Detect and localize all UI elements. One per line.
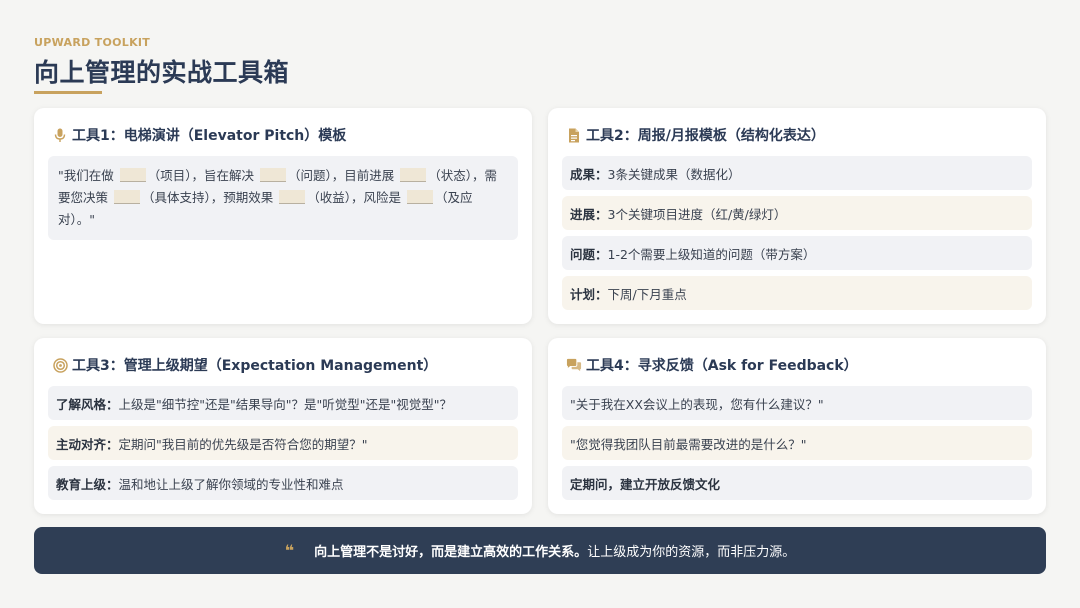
tool-card-report-template: 工具2：周报/月报模板（结构化表达） 成果： 3条关键成果（数据化） 进展： 3个关… [548, 108, 1046, 324]
pitch-text: （问题），目前进展 [287, 168, 399, 183]
expectation-row-educate: 教育上级： 温和地让上级了解你领域的专业性和难点 [48, 466, 518, 500]
card-header: 工具3：管理上级期望（Expectation Management） [48, 356, 518, 374]
card-header: 工具1：电梯演讲（Elevator Pitch）模板 [48, 126, 518, 144]
row-text: 3个关键项目进度（红/黄/绿灯） [607, 206, 787, 222]
feedback-row-meeting: "关于我在XX会议上的表现，您有什么建议？" [562, 386, 1032, 420]
row-text: 定期问"我目前的优先级是否符合您的期望？" [118, 436, 368, 452]
card-header: 工具2：周报/月报模板（结构化表达） [562, 126, 1032, 144]
card-title: 工具2：周报/月报模板（结构化表达） [586, 128, 825, 144]
row-key: 成果： [570, 166, 608, 182]
row-key: 了解风格： [56, 396, 119, 412]
footer-text: 让上级成为你的资源，而非压力源。 [587, 545, 796, 560]
row-key: 教育上级： [56, 476, 119, 492]
tool-card-ask-feedback: 工具4：寻求反馈（Ask for Feedback） "关于我在XX会议上的表现… [548, 338, 1046, 514]
card-title: 工具1：电梯演讲（Elevator Pitch）模板 [72, 128, 347, 144]
title-underline [34, 91, 102, 94]
row-text: "关于我在XX会议上的表现，您有什么建议？" [570, 396, 824, 412]
row-key: 主动对齐： [56, 436, 119, 452]
row-text: 温和地让上级了解你领域的专业性和难点 [118, 476, 344, 492]
row-text: 定期问，建立开放反馈文化 [570, 476, 721, 492]
fill-blank [279, 190, 306, 204]
eyebrow-label: UPWARD TOOLKIT [34, 36, 151, 49]
tool-card-elevator-pitch: 工具1：电梯演讲（Elevator Pitch）模板 "我们在做 （项目），旨在… [34, 108, 532, 324]
document-icon [566, 127, 582, 143]
page-header: UPWARD TOOLKIT 向上管理的实战工具箱 [34, 36, 289, 89]
pitch-text: （具体支持），预期效果 [141, 190, 278, 205]
pitch-text: （收益），风险是 [307, 190, 405, 205]
pitch-text: （项目），旨在解决 [147, 168, 258, 183]
card-header: 工具4：寻求反馈（Ask for Feedback） [562, 356, 1032, 374]
fill-blank [259, 168, 286, 182]
row-key: 问题： [570, 246, 608, 262]
fill-blank [113, 190, 140, 204]
feedback-row-improve: "您觉得我团队目前最需要改进的是什么？" [562, 426, 1032, 460]
report-row-results: 成果： 3条关键成果（数据化） [562, 156, 1032, 190]
report-row-progress: 进展： 3个关键项目进度（红/黄/绿灯） [562, 196, 1032, 230]
quote-icon: ❝ [284, 541, 295, 560]
report-row-plan: 计划： 下周/下月重点 [562, 276, 1032, 310]
feedback-row-culture: 定期问，建立开放反馈文化 [562, 466, 1032, 500]
pitch-text: "我们在做 [58, 168, 118, 183]
row-text: 3条关键成果（数据化） [607, 166, 741, 182]
footer-quote-banner: ❝ 向上管理不是讨好，而是建立高效的工作关系。 让上级成为你的资源，而非压力源。 [34, 527, 1046, 574]
row-key: 进展： [570, 206, 608, 222]
report-row-issues: 问题： 1-2个需要上级知道的问题（带方案） [562, 236, 1032, 270]
row-key: 计划： [570, 286, 608, 302]
fill-blank [400, 168, 427, 182]
footer-strong-text: 向上管理不是讨好，而是建立高效的工作关系。 [314, 545, 588, 560]
row-text: 1-2个需要上级知道的问题（带方案） [607, 246, 816, 262]
row-text: "您觉得我团队目前最需要改进的是什么？" [570, 436, 807, 452]
expectation-row-style: 了解风格： 上级是"细节控"还是"结果导向"？是"听觉型"还是"视觉型"？ [48, 386, 518, 420]
card-title: 工具3：管理上级期望（Expectation Management） [72, 358, 438, 374]
chat-bubbles-icon [566, 357, 582, 373]
expectation-row-align: 主动对齐： 定期问"我目前的优先级是否符合您的期望？" [48, 426, 518, 460]
card-title: 工具4：寻求反馈（Ask for Feedback） [586, 358, 858, 374]
target-icon [52, 357, 68, 373]
fill-blank [119, 168, 146, 182]
tool-card-expectation-management: 工具3：管理上级期望（Expectation Management） 了解风格：… [34, 338, 532, 514]
pitch-template: "我们在做 （项目），旨在解决 （问题），目前进展 （状态），需要您决策 （具体… [48, 156, 518, 240]
fill-blank [406, 190, 433, 204]
microphone-icon [52, 127, 68, 143]
row-text: 上级是"细节控"还是"结果导向"？是"听觉型"还是"视觉型"？ [118, 396, 453, 412]
row-text: 下周/下月重点 [607, 286, 687, 302]
page-title: 向上管理的实战工具箱 [34, 58, 290, 87]
